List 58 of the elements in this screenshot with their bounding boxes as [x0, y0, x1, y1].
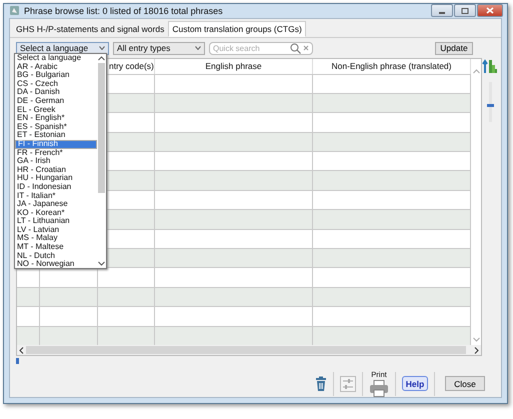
- clear-icon[interactable]: [303, 45, 309, 52]
- scroll-right-icon[interactable]: [474, 346, 479, 354]
- language-dropdown[interactable]: Select a language: [16, 42, 109, 55]
- position-marker: [16, 358, 19, 364]
- search-icon: [290, 42, 301, 54]
- language-option[interactable]: HR - Croatian: [15, 166, 97, 174]
- language-option[interactable]: FI - Finnish: [15, 140, 97, 149]
- horizontal-scrollbar[interactable]: [17, 345, 481, 355]
- language-option[interactable]: ES - Spanish*: [15, 122, 97, 132]
- column-header[interactable]: ntry code(s): [109, 61, 154, 72]
- language-option[interactable]: HU - Hungarian: [15, 174, 97, 183]
- language-option[interactable]: MS - Malay: [15, 234, 97, 244]
- update-button[interactable]: Update: [435, 42, 473, 55]
- language-option[interactable]: EN - English*: [15, 114, 97, 123]
- language-option[interactable]: KO - Korean*: [15, 208, 97, 218]
- close-dialog-button[interactable]: Close: [445, 376, 485, 391]
- entry-type-dropdown[interactable]: All entry types: [113, 42, 205, 55]
- language-option[interactable]: NL - Dutch: [15, 252, 97, 260]
- slider-thumb[interactable]: [486, 104, 494, 108]
- sliders-icon[interactable]: [340, 376, 356, 392]
- language-option[interactable]: FR - French*: [15, 148, 97, 158]
- language-option[interactable]: DA - Danish: [15, 88, 97, 97]
- language-option[interactable]: AR - Arabic: [15, 62, 97, 72]
- language-option[interactable]: BG - Bulgarian: [15, 71, 97, 80]
- printer-icon[interactable]: [369, 380, 389, 397]
- language-option[interactable]: ID - Indonesian: [15, 182, 97, 192]
- language-option[interactable]: LT - Lithuanian: [15, 217, 97, 226]
- caret-icon: [99, 46, 105, 50]
- language-option[interactable]: Select a language: [15, 54, 97, 63]
- close-button[interactable]: [477, 4, 503, 18]
- language-option[interactable]: ET - Estonian: [15, 131, 97, 140]
- language-option[interactable]: MT - Maltese: [15, 243, 97, 252]
- scroll-down-icon[interactable]: [98, 261, 105, 266]
- trash-icon[interactable]: [315, 376, 327, 392]
- scroll-left-icon[interactable]: [19, 346, 24, 354]
- language-option[interactable]: LV - Latvian: [15, 226, 97, 234]
- search-field[interactable]: Quick search: [209, 42, 313, 55]
- scroll-up-icon[interactable]: [98, 56, 105, 61]
- close-icon: [486, 7, 494, 14]
- minimize-button[interactable]: [431, 4, 453, 18]
- language-option[interactable]: DE - German: [15, 96, 97, 106]
- language-option[interactable]: JA - Japanese: [15, 200, 97, 209]
- column-header[interactable]: Non-English phrase (translated): [331, 61, 452, 72]
- tab[interactable]: Custom translation groups (CTGs): [168, 20, 306, 37]
- window-title: Phrase browse list: 0 listed of 18016 total phrases: [24, 6, 223, 16]
- caret-icon: [195, 46, 201, 50]
- sort-icon[interactable]: [482, 58, 498, 74]
- app-icon: [9, 5, 20, 16]
- language-option[interactable]: NO - Norwegian: [15, 260, 97, 269]
- help-button[interactable]: Help: [402, 376, 428, 391]
- language-option[interactable]: GA - Irish: [15, 157, 97, 166]
- column-header[interactable]: English phrase: [205, 61, 262, 72]
- list-scrollbar[interactable]: [97, 54, 106, 268]
- language-option[interactable]: IT - Italian*: [15, 192, 97, 200]
- maximize-icon: [461, 8, 469, 14]
- language-option[interactable]: EL - Greek: [15, 106, 97, 114]
- maximize-button[interactable]: [454, 4, 476, 18]
- language-option[interactable]: CS - Czech: [15, 80, 97, 88]
